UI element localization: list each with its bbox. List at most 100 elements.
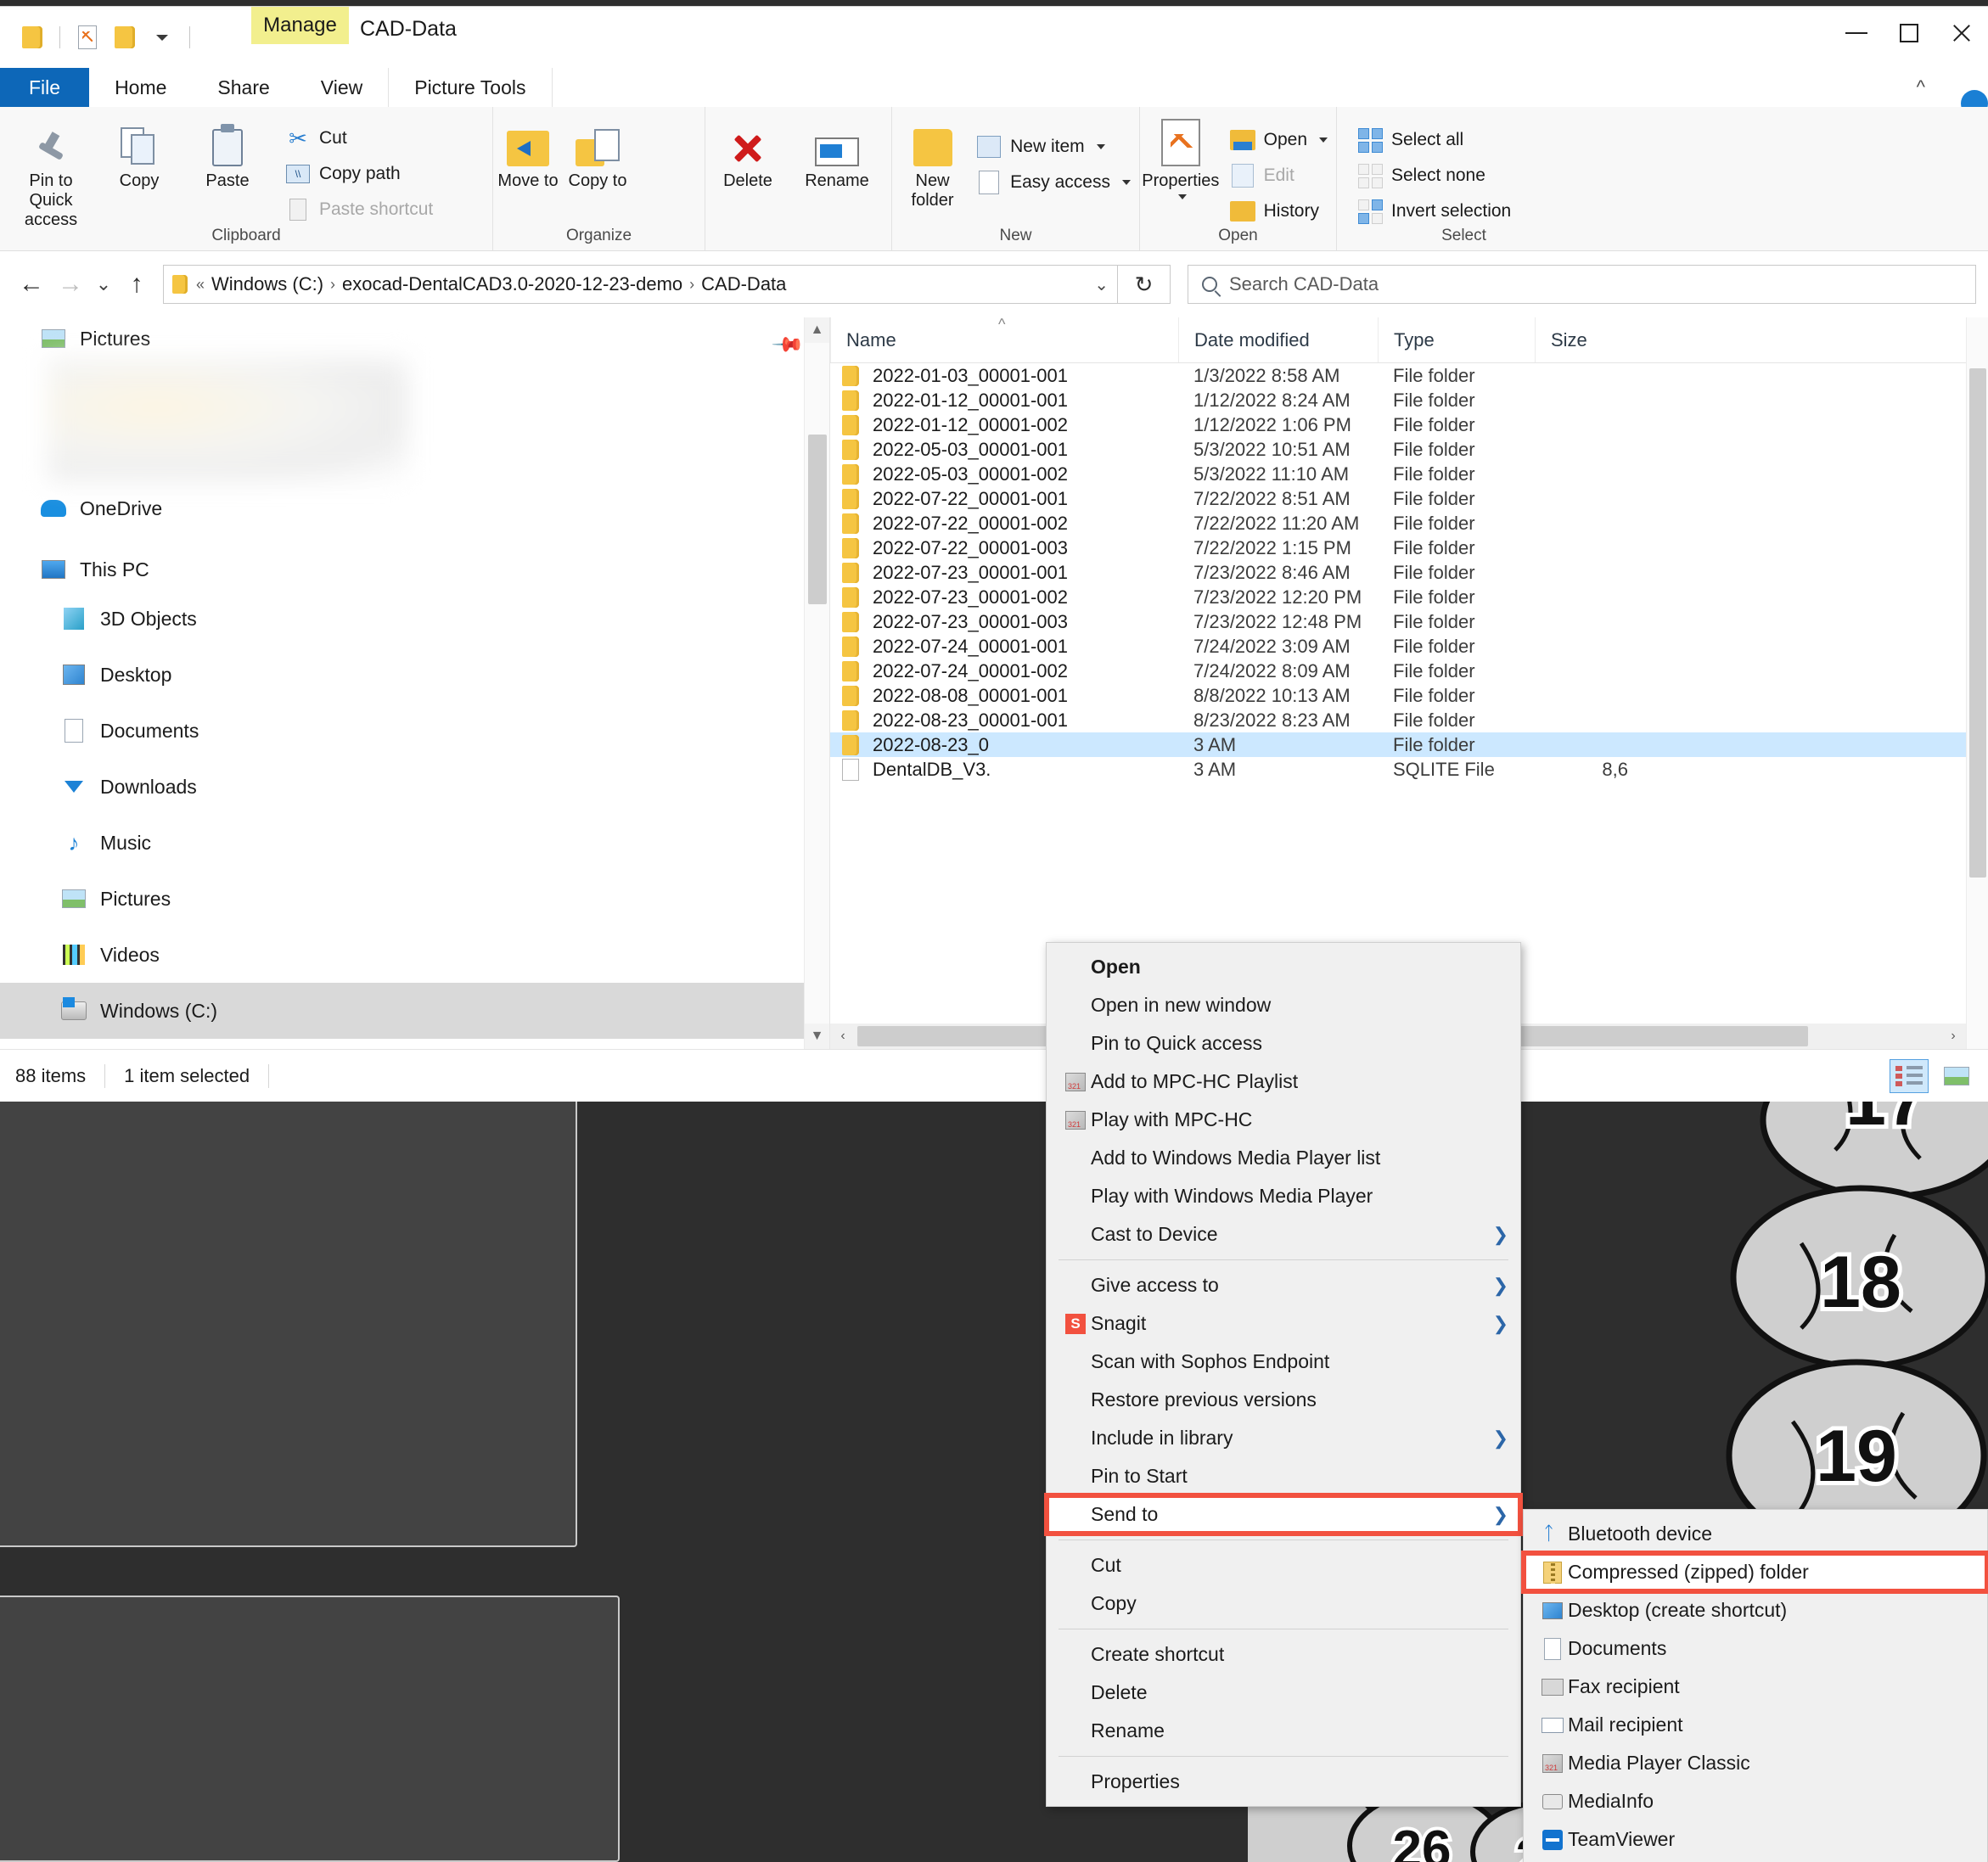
copy-button[interactable]: Copy xyxy=(95,119,183,191)
qat-new-folder-icon[interactable] xyxy=(106,19,143,56)
search-input[interactable]: Search CAD-Data xyxy=(1188,265,1976,304)
properties-button[interactable]: Properties xyxy=(1140,119,1221,199)
menu-item-pin-to-start[interactable]: Pin to Start xyxy=(1047,1457,1520,1495)
tab-view[interactable]: View xyxy=(295,68,388,107)
menu-item-play-with-mpc-hc[interactable]: Play with MPC-HC xyxy=(1047,1101,1520,1139)
tab-home[interactable]: Home xyxy=(89,68,192,107)
qat-properties-icon[interactable] xyxy=(69,19,106,56)
menu-item-teamviewer[interactable]: TeamViewer xyxy=(1524,1820,1987,1859)
select-none-button[interactable]: Select none xyxy=(1349,158,1519,193)
column-header-date-modified[interactable]: Date modified xyxy=(1178,317,1378,362)
table-row[interactable]: 2022-05-03_00001-0025/3/2022 11:10 AMFil… xyxy=(830,462,1988,486)
menu-item-mediainfo[interactable]: MediaInfo xyxy=(1524,1782,1987,1820)
nav-item-downloads[interactable]: Downloads xyxy=(0,759,829,815)
tab-share[interactable]: Share xyxy=(192,68,295,107)
breadcrumb-item-exocad[interactable]: exocad-DentalCAD3.0-2020-12-23-demo xyxy=(342,273,682,295)
menu-item-documents[interactable]: Documents xyxy=(1524,1629,1987,1668)
column-header-type[interactable]: Type xyxy=(1378,317,1535,362)
large-icons-view-button[interactable] xyxy=(1937,1059,1976,1093)
recent-locations-button[interactable]: ⌄ xyxy=(90,265,117,304)
menu-item-rename[interactable]: Rename xyxy=(1047,1712,1520,1750)
column-header-size[interactable]: Size xyxy=(1535,317,1637,362)
nav-item-videos[interactable]: Videos xyxy=(0,927,829,983)
table-row[interactable]: 2022-07-24_00001-0017/24/2022 3:09 AMFil… xyxy=(830,634,1988,659)
navigation-pane-scrollbar[interactable]: ▲ ▼ xyxy=(804,317,829,1049)
close-button[interactable] xyxy=(1935,7,1988,59)
nav-item-pictures-quick[interactable]: Pictures xyxy=(0,317,829,360)
refresh-button[interactable]: ↻ xyxy=(1118,265,1171,304)
qat-folder-icon[interactable] xyxy=(14,19,51,56)
details-view-button[interactable] xyxy=(1890,1059,1929,1093)
breadcrumb-overflow[interactable]: « xyxy=(196,276,205,294)
tab-manage[interactable]: Manage xyxy=(251,7,349,44)
menu-item-open-in-new-window[interactable]: Open in new window xyxy=(1047,986,1520,1024)
menu-item-play-with-windows-media-player[interactable]: Play with Windows Media Player xyxy=(1047,1177,1520,1215)
nav-item-windows-c[interactable]: Windows (C:) xyxy=(0,983,829,1039)
table-row[interactable]: 2022-01-03_00001-0011/3/2022 8:58 AMFile… xyxy=(830,363,1988,388)
nav-item-documents[interactable]: Documents xyxy=(0,703,829,759)
menu-item-include-in-library[interactable]: Include in library❯ xyxy=(1047,1419,1520,1457)
maximize-button[interactable] xyxy=(1883,7,1935,59)
menu-item-delete[interactable]: Delete xyxy=(1047,1674,1520,1712)
select-all-button[interactable]: Select all xyxy=(1349,122,1519,158)
nav-item-pictures[interactable]: Pictures xyxy=(0,871,829,927)
menu-item-pin-to-quick-access[interactable]: Pin to Quick access xyxy=(1047,1024,1520,1063)
table-row[interactable]: 2022-07-22_00001-0037/22/2022 1:15 PMFil… xyxy=(830,536,1988,560)
menu-item-media-player-classic[interactable]: Media Player Classic xyxy=(1524,1744,1987,1782)
collapse-ribbon-icon[interactable]: ^ xyxy=(1917,76,1925,98)
qat-customize-caret-icon[interactable] xyxy=(143,19,181,56)
menu-item-properties[interactable]: Properties xyxy=(1047,1763,1520,1801)
rename-button[interactable]: Rename xyxy=(790,119,884,191)
copy-path-button[interactable]: \\ Copy path xyxy=(277,156,441,192)
paste-button[interactable]: Paste xyxy=(183,119,272,191)
easy-access-button[interactable]: Easy access xyxy=(968,165,1139,200)
table-row[interactable]: 2022-01-12_00001-0011/12/2022 8:24 AMFil… xyxy=(830,388,1988,412)
scrollbar-thumb[interactable] xyxy=(808,435,827,604)
table-row[interactable]: DentalDB_V3.3 AMSQLITE File8,6 xyxy=(830,757,1988,782)
scroll-down-icon[interactable]: ▼ xyxy=(805,1024,829,1049)
breadcrumb-item-cad-data[interactable]: CAD-Data xyxy=(701,273,786,295)
scroll-left-icon[interactable]: ‹ xyxy=(830,1029,856,1044)
new-item-button[interactable]: New item xyxy=(968,129,1139,165)
menu-item-fax-recipient[interactable]: Fax recipient xyxy=(1524,1668,1987,1706)
move-to-button[interactable]: Move to xyxy=(493,119,563,191)
menu-item-desktop-create-shortcut[interactable]: Desktop (create shortcut) xyxy=(1524,1591,1987,1629)
menu-item-add-to-windows-media-player-list[interactable]: Add to Windows Media Player list xyxy=(1047,1139,1520,1177)
table-row[interactable]: 2022-08-23_00001-0018/23/2022 8:23 AMFil… xyxy=(830,708,1988,732)
menu-item-snagit[interactable]: SSnagit❯ xyxy=(1047,1304,1520,1343)
nav-item-this-pc[interactable]: This PC xyxy=(0,548,829,591)
scroll-right-icon[interactable]: › xyxy=(1940,1029,1966,1044)
breadcrumb-item-windows-c[interactable]: Windows (C:) xyxy=(211,273,323,295)
address-dropdown-caret-icon[interactable]: ⌄ xyxy=(1094,274,1109,295)
menu-item-compressed-zipped-folder[interactable]: Compressed (zipped) folder xyxy=(1524,1553,1987,1591)
up-button[interactable]: ↑ xyxy=(117,265,156,304)
scrollbar-thumb[interactable] xyxy=(1969,368,1986,878)
address-bar[interactable]: « Windows (C:) › exocad-DentalCAD3.0-202… xyxy=(163,265,1118,304)
table-row[interactable]: 2022-07-24_00001-0027/24/2022 8:09 AMFil… xyxy=(830,659,1988,683)
table-row[interactable]: 2022-08-08_00001-0018/8/2022 10:13 AMFil… xyxy=(830,683,1988,708)
table-row[interactable]: 2022-07-23_00001-0037/23/2022 12:48 PMFi… xyxy=(830,609,1988,634)
menu-item-create-shortcut[interactable]: Create shortcut xyxy=(1047,1635,1520,1674)
copy-to-button[interactable]: Copy to xyxy=(563,119,632,191)
table-row[interactable]: 2022-08-23_03 AMFile folder xyxy=(830,732,1988,757)
menu-item-copy[interactable]: Copy xyxy=(1047,1584,1520,1623)
invert-selection-button[interactable]: Invert selection xyxy=(1349,193,1519,229)
menu-item-mail-recipient[interactable]: Mail recipient xyxy=(1524,1706,1987,1744)
forward-button[interactable]: → xyxy=(51,265,90,304)
new-folder-button[interactable]: New folder xyxy=(897,119,968,210)
table-row[interactable]: 2022-07-22_00001-0017/22/2022 8:51 AMFil… xyxy=(830,486,1988,511)
menu-item-cast-to-device[interactable]: Cast to Device❯ xyxy=(1047,1215,1520,1253)
nav-item-onedrive[interactable]: OneDrive xyxy=(0,487,829,530)
nav-item-3d-objects[interactable]: 3D Objects xyxy=(0,591,829,647)
menu-item-open[interactable]: Open xyxy=(1047,948,1520,986)
menu-item-scan-with-sophos-endpoint[interactable]: Scan with Sophos Endpoint xyxy=(1047,1343,1520,1381)
table-row[interactable]: 2022-01-12_00001-0021/12/2022 1:06 PMFil… xyxy=(830,412,1988,437)
table-row[interactable]: 2022-07-22_00001-0027/22/2022 11:20 AMFi… xyxy=(830,511,1988,536)
menu-item-restore-previous-versions[interactable]: Restore previous versions xyxy=(1047,1381,1520,1419)
scroll-up-icon[interactable]: ▲ xyxy=(805,317,829,343)
menu-item-add-to-mpc-hc-playlist[interactable]: Add to MPC-HC Playlist xyxy=(1047,1063,1520,1101)
cut-button[interactable]: ✂ Cut xyxy=(277,121,441,156)
history-button[interactable]: History xyxy=(1221,193,1336,229)
pin-to-quick-access-button[interactable]: Pin to Quick access xyxy=(7,119,95,230)
menu-item-cut[interactable]: Cut xyxy=(1047,1546,1520,1584)
